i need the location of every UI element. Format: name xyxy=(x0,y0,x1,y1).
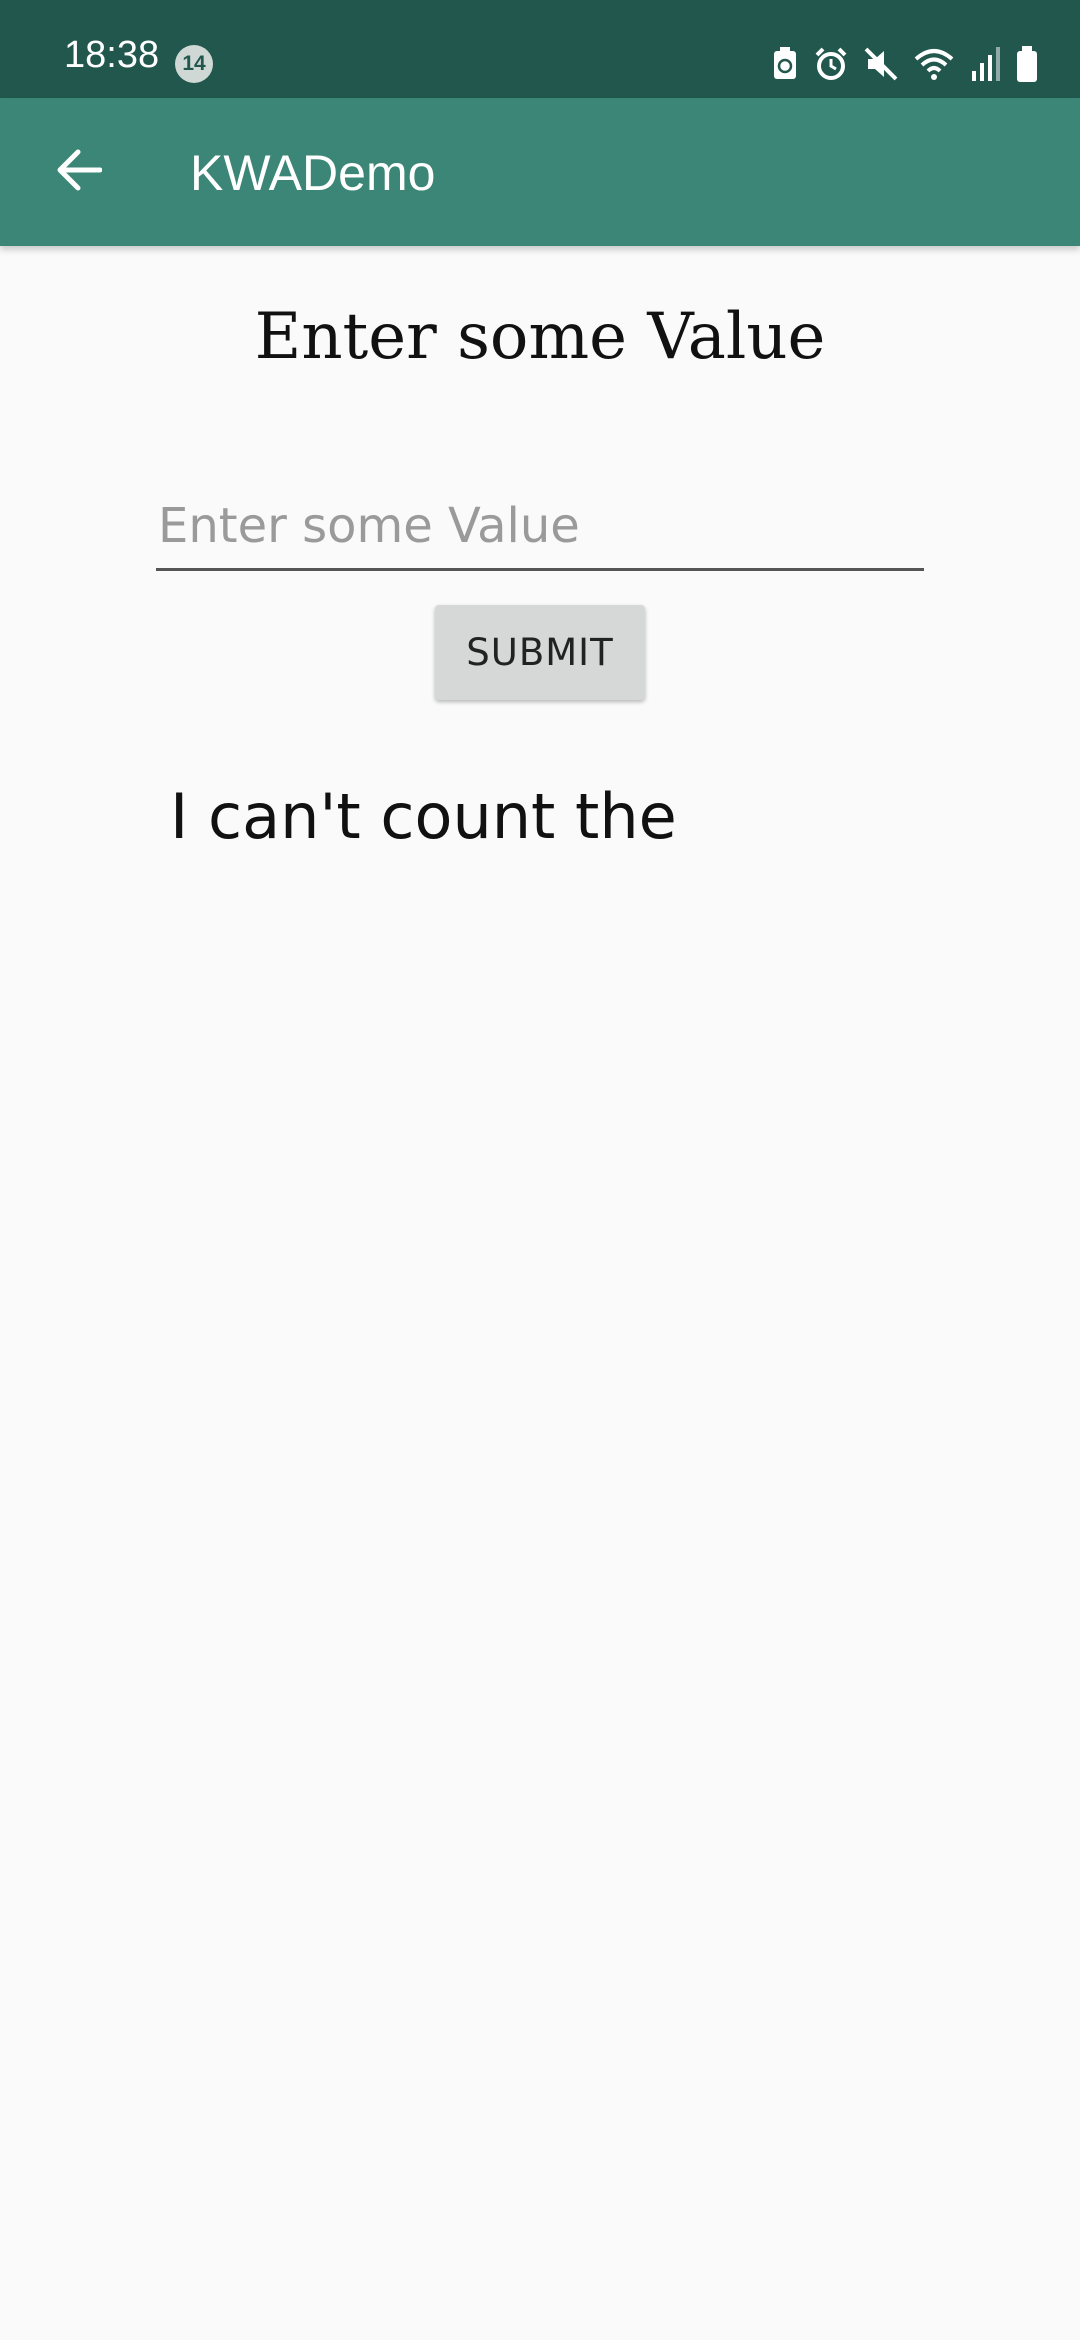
arrow-back-icon xyxy=(54,148,103,197)
app-bar: KWADemo xyxy=(0,98,1080,246)
back-button[interactable] xyxy=(34,128,122,216)
wifi-icon xyxy=(914,47,954,81)
battery-icon xyxy=(1016,46,1038,82)
mute-icon xyxy=(864,47,898,81)
status-time: 18:38 xyxy=(64,34,160,76)
status-bar: 18:38 14 xyxy=(0,0,1080,98)
submit-button[interactable]: SUBMIT xyxy=(435,605,645,700)
alarm-icon xyxy=(814,47,848,81)
value-input-container xyxy=(156,490,928,571)
page-heading: Enter some Value xyxy=(254,300,826,374)
notification-count-badge: 14 xyxy=(175,45,213,83)
status-icons xyxy=(772,44,1038,84)
result-container: I can't count the reasons I should stay.… xyxy=(170,770,930,875)
app-title: KWADemo xyxy=(190,145,436,201)
signal-icon xyxy=(970,47,1000,81)
result-text: I can't count the reasons I should stay.… xyxy=(170,780,837,875)
battery-saver-icon xyxy=(772,47,798,81)
value-input[interactable] xyxy=(156,490,928,562)
